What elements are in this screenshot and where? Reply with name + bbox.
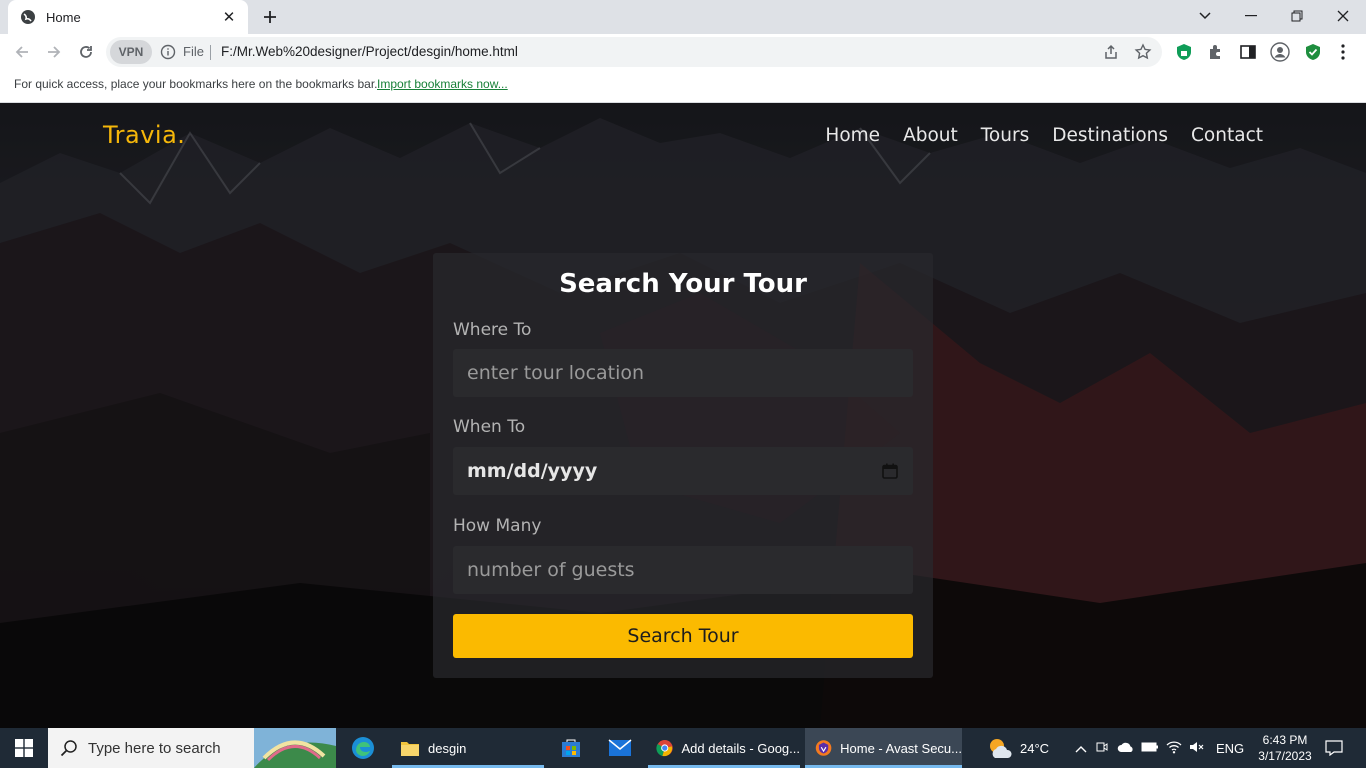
site-nav: Home About Tours Destinations Contact bbox=[825, 125, 1263, 146]
taskbar-app-label: Home - Avast Secu... bbox=[840, 740, 962, 756]
search-icon bbox=[60, 740, 77, 757]
plus-icon bbox=[264, 11, 276, 23]
tab-search-button[interactable] bbox=[1182, 0, 1228, 32]
search-tour-button[interactable]: Search Tour bbox=[453, 614, 913, 658]
new-tab-button[interactable] bbox=[258, 5, 282, 29]
taskbar-store-button[interactable] bbox=[552, 728, 590, 768]
taskbar-edge-button[interactable] bbox=[342, 728, 384, 768]
date-placeholder: mm/dd/yyyy bbox=[467, 460, 598, 482]
when-to-date-input[interactable]: mm/dd/yyyy bbox=[453, 447, 913, 495]
forward-button[interactable] bbox=[42, 40, 66, 64]
address-divider bbox=[210, 45, 211, 60]
tray-icons: ENG bbox=[1072, 728, 1244, 768]
info-icon[interactable] bbox=[160, 44, 176, 60]
when-to-label: When To bbox=[453, 417, 526, 437]
store-icon bbox=[562, 739, 580, 757]
vpn-button[interactable]: VPN bbox=[110, 40, 152, 64]
weather-temperature: 24°C bbox=[1020, 740, 1050, 756]
folder-icon bbox=[401, 742, 419, 756]
onedrive-cloud-icon[interactable] bbox=[1114, 741, 1138, 756]
edge-browser-icon bbox=[352, 737, 374, 759]
battery-icon[interactable] bbox=[1138, 741, 1162, 756]
side-panel-icon[interactable] bbox=[1238, 42, 1258, 62]
address-bar[interactable]: VPN File F:/Mr.Web%20designer/Project/de… bbox=[106, 37, 1162, 67]
clock-date: 3/17/2023 bbox=[1258, 749, 1312, 763]
url-text[interactable]: F:/Mr.Web%20designer/Project/desgin/home… bbox=[221, 44, 518, 59]
back-button[interactable] bbox=[10, 40, 34, 64]
volume-muted-icon[interactable] bbox=[1186, 740, 1208, 757]
extensions-puzzle-icon[interactable] bbox=[1206, 42, 1226, 62]
browser-tab-strip: Home ✕ bbox=[0, 0, 1366, 34]
nav-contact[interactable]: Contact bbox=[1191, 125, 1263, 146]
security-check-icon[interactable] bbox=[1303, 42, 1323, 62]
taskbar-mail-button[interactable] bbox=[600, 728, 640, 768]
nav-tours[interactable]: Tours bbox=[981, 125, 1029, 146]
minimize-button[interactable] bbox=[1228, 0, 1274, 32]
close-icon bbox=[1337, 10, 1349, 22]
arrow-right-icon bbox=[48, 46, 61, 58]
nav-destinations[interactable]: Destinations bbox=[1052, 125, 1168, 146]
bookmark-star-icon[interactable] bbox=[1134, 43, 1152, 61]
show-hidden-icons-chevron-icon[interactable] bbox=[1072, 741, 1090, 756]
windows-logo-icon bbox=[15, 739, 33, 757]
minimize-icon bbox=[1245, 15, 1257, 17]
taskbar-app-label: Add details - Goog... bbox=[681, 740, 800, 756]
chevron-down-icon bbox=[1199, 12, 1211, 20]
how-many-label: How Many bbox=[453, 516, 542, 536]
where-to-input[interactable] bbox=[453, 349, 913, 397]
nav-home[interactable]: Home bbox=[825, 125, 880, 146]
arrow-left-icon bbox=[15, 46, 28, 58]
taskbar-app-explorer[interactable]: desgin bbox=[392, 728, 544, 768]
clock-time: 6:43 PM bbox=[1262, 733, 1308, 747]
restore-button[interactable] bbox=[1274, 0, 1320, 32]
profile-avatar-icon[interactable] bbox=[1270, 42, 1290, 62]
weather-widget[interactable]: 24°C bbox=[986, 728, 1049, 768]
close-window-button[interactable] bbox=[1320, 0, 1366, 32]
how-many-input[interactable] bbox=[453, 546, 913, 594]
taskbar-app-chrome[interactable]: Add details - Goog... bbox=[648, 728, 800, 768]
browser-tab-home[interactable]: Home ✕ bbox=[8, 0, 248, 34]
tab-title: Home bbox=[46, 9, 81, 25]
start-button[interactable] bbox=[0, 728, 48, 768]
windows-taskbar: Type here to search desgin Add details -… bbox=[0, 728, 1366, 768]
input-language-indicator[interactable]: ENG bbox=[1216, 741, 1244, 756]
file-scheme-label: File bbox=[183, 44, 204, 59]
search-highlight-art-icon bbox=[254, 728, 336, 768]
form-title: Search Your Tour bbox=[559, 269, 807, 299]
meet-now-icon[interactable] bbox=[1090, 740, 1114, 757]
bookmarks-bar: For quick access, place your bookmarks h… bbox=[0, 70, 1366, 103]
browser-menu-icon[interactable] bbox=[1333, 42, 1353, 62]
avast-shield-extension-icon[interactable] bbox=[1174, 42, 1194, 62]
taskbar-app-label: desgin bbox=[428, 740, 467, 756]
calendar-icon[interactable] bbox=[881, 462, 899, 480]
browser-toolbar: VPN File F:/Mr.Web%20designer/Project/de… bbox=[0, 34, 1366, 70]
notification-icon bbox=[1325, 740, 1343, 756]
tour-search-form: Search Your Tour Where To When To mm/dd/… bbox=[433, 253, 933, 678]
bookmarks-prompt: For quick access, place your bookmarks h… bbox=[14, 77, 378, 91]
chrome-icon bbox=[656, 740, 673, 757]
reload-button[interactable] bbox=[74, 40, 98, 64]
close-tab-icon[interactable]: ✕ bbox=[220, 8, 238, 26]
avast-browser-icon bbox=[815, 740, 832, 756]
taskbar-search-placeholder: Type here to search bbox=[88, 739, 221, 757]
wifi-icon[interactable] bbox=[1162, 740, 1186, 757]
import-bookmarks-link[interactable]: Import bookmarks now... bbox=[377, 77, 508, 91]
mail-icon bbox=[608, 739, 632, 756]
reload-icon bbox=[80, 46, 92, 58]
restore-icon bbox=[1291, 10, 1303, 22]
action-center-button[interactable] bbox=[1322, 728, 1346, 768]
system-clock[interactable]: 6:43 PM 3/17/2023 bbox=[1255, 732, 1315, 764]
where-to-label: Where To bbox=[453, 320, 532, 340]
taskbar-app-avast-browser[interactable]: Home - Avast Secu... bbox=[805, 728, 962, 768]
share-icon[interactable] bbox=[1102, 43, 1120, 61]
globe-icon bbox=[21, 10, 35, 24]
taskbar-search-box[interactable]: Type here to search bbox=[48, 728, 336, 768]
hero-section: Travia. Home About Tours Destinations Co… bbox=[0, 103, 1366, 728]
nav-about[interactable]: About bbox=[903, 125, 958, 146]
site-logo[interactable]: Travia. bbox=[103, 121, 185, 149]
partly-cloudy-icon bbox=[990, 739, 1012, 758]
